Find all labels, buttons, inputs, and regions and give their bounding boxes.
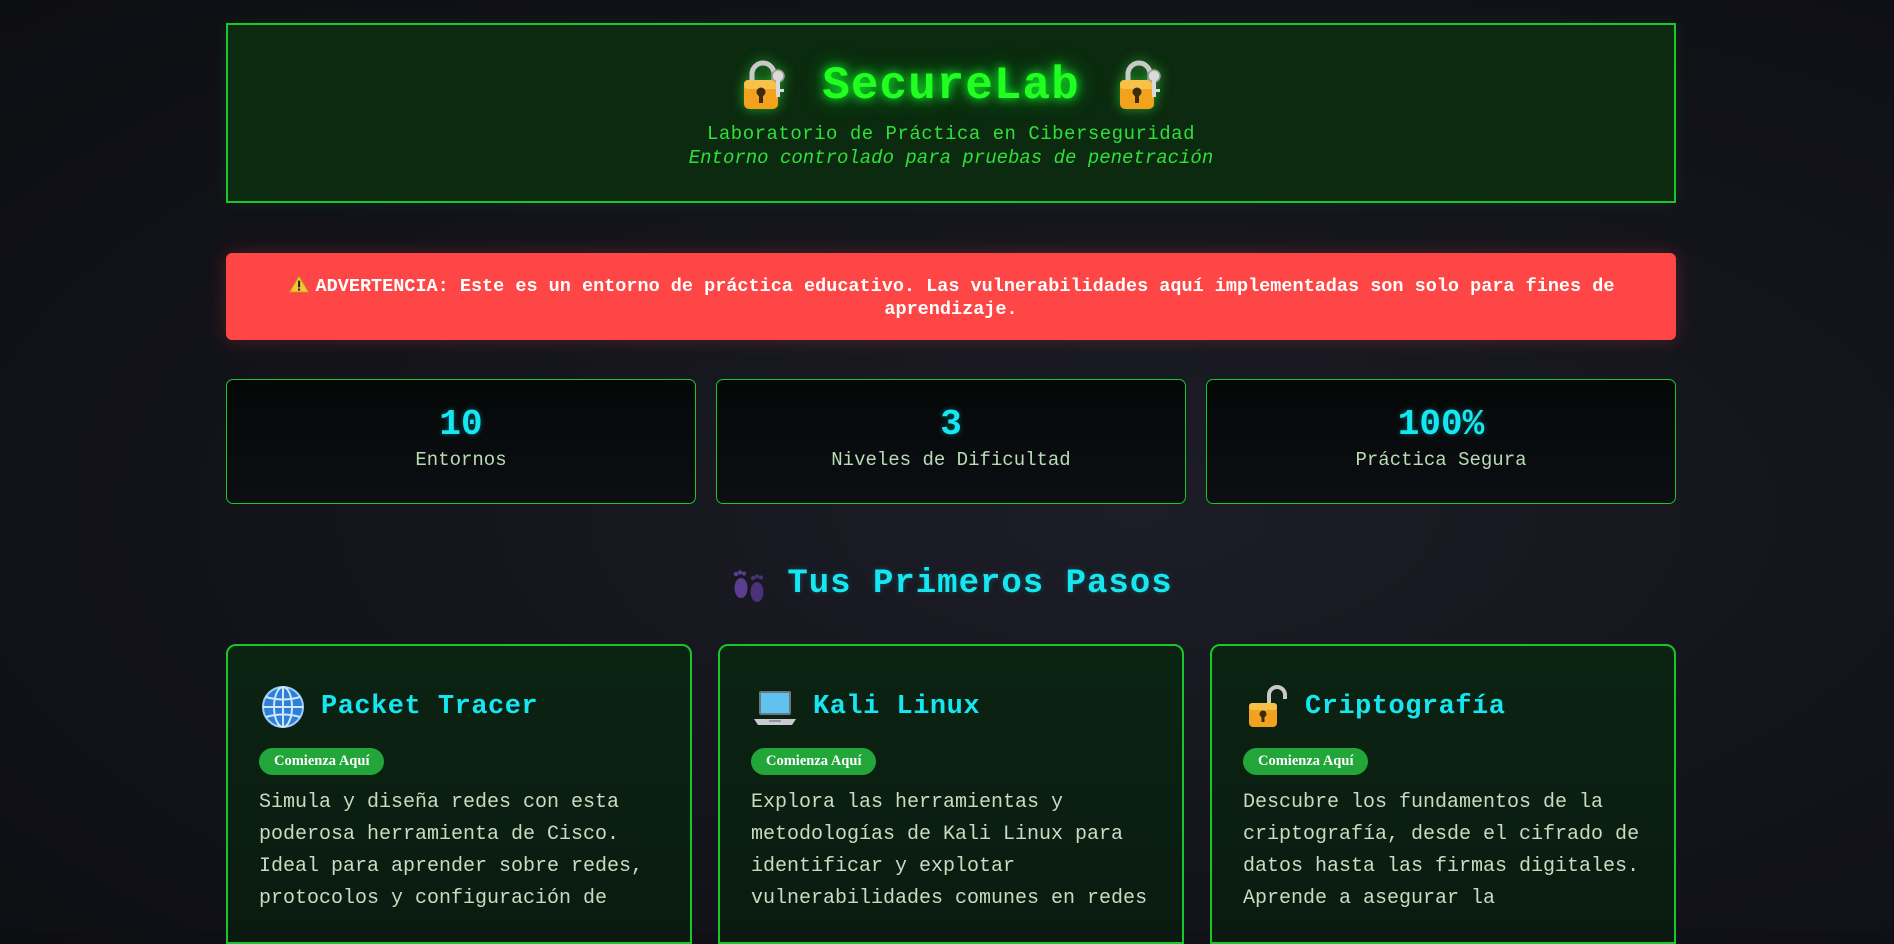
stat-card-safe-practice: 100% Práctica Segura	[1206, 379, 1676, 504]
stat-value: 3	[940, 404, 962, 445]
stats-row: 10 Entornos 3 Niveles de Dificultad 100%…	[226, 379, 1676, 504]
cards-grid: Packet Tracer Comienza Aquí Simula y dis…	[226, 644, 1676, 944]
card-kali-linux[interactable]: Kali Linux Comienza Aquí Explora las her…	[718, 644, 1184, 944]
stat-label: Niveles de Dificultad	[831, 449, 1071, 471]
start-here-badge: Comienza Aquí	[259, 748, 385, 775]
site-header: SecureLab Laboratorio de Práctica en Cib…	[226, 23, 1676, 203]
card-criptografia[interactable]: Criptografía Comienza Aquí Descubre los …	[1210, 644, 1676, 944]
stat-card-environments: 10 Entornos	[226, 379, 696, 504]
footprints-icon	[734, 570, 764, 602]
site-title: SecureLab	[822, 60, 1080, 112]
card-description: Descubre los fundamentos de la criptogra…	[1243, 791, 1640, 910]
warning-icon	[288, 275, 309, 293]
open-lock-icon	[1249, 685, 1287, 727]
stat-value: 10	[439, 404, 483, 445]
card-header: Kali Linux	[751, 682, 1152, 732]
stat-label: Entornos	[415, 449, 507, 471]
stat-label: Práctica Segura	[1355, 449, 1527, 471]
stat-value: 100%	[1397, 404, 1485, 445]
start-here-badge: Comienza Aquí	[1243, 748, 1369, 775]
card-title: Criptografía	[1305, 692, 1506, 722]
section-heading: Tus Primeros Pasos	[226, 562, 1676, 606]
header-subtitle: Laboratorio de Práctica en Cibersegurida…	[707, 123, 1195, 145]
warning-text: ADVERTENCIA: Este es un entorno de práct…	[315, 276, 1615, 320]
section-title: Tus Primeros Pasos	[787, 565, 1173, 603]
card-title: Packet Tracer	[321, 692, 539, 722]
start-here-badge: Comienza Aquí	[751, 748, 877, 775]
stat-card-difficulty: 3 Niveles de Dificultad	[716, 379, 1186, 504]
card-description: Simula y diseña redes con esta poderosa …	[259, 791, 644, 910]
page-container: SecureLab Laboratorio de Práctica en Cib…	[226, 0, 1676, 944]
lock-with-key-icon	[1119, 60, 1161, 109]
header-tagline: Entorno controlado para pruebas de penet…	[688, 147, 1214, 169]
warning-banner: ADVERTENCIA: Este es un entorno de práct…	[226, 253, 1676, 340]
card-description: Explora las herramientas y metodologías …	[751, 791, 1148, 910]
header-title-row: SecureLab	[228, 59, 1674, 113]
card-title: Kali Linux	[813, 692, 981, 722]
card-header: Packet Tracer	[259, 682, 660, 732]
card-header: Criptografía	[1243, 682, 1644, 732]
laptop-icon	[754, 691, 796, 725]
lock-with-key-icon	[744, 60, 786, 109]
card-packet-tracer[interactable]: Packet Tracer Comienza Aquí Simula y dis…	[226, 644, 692, 944]
globe-icon	[262, 686, 304, 728]
